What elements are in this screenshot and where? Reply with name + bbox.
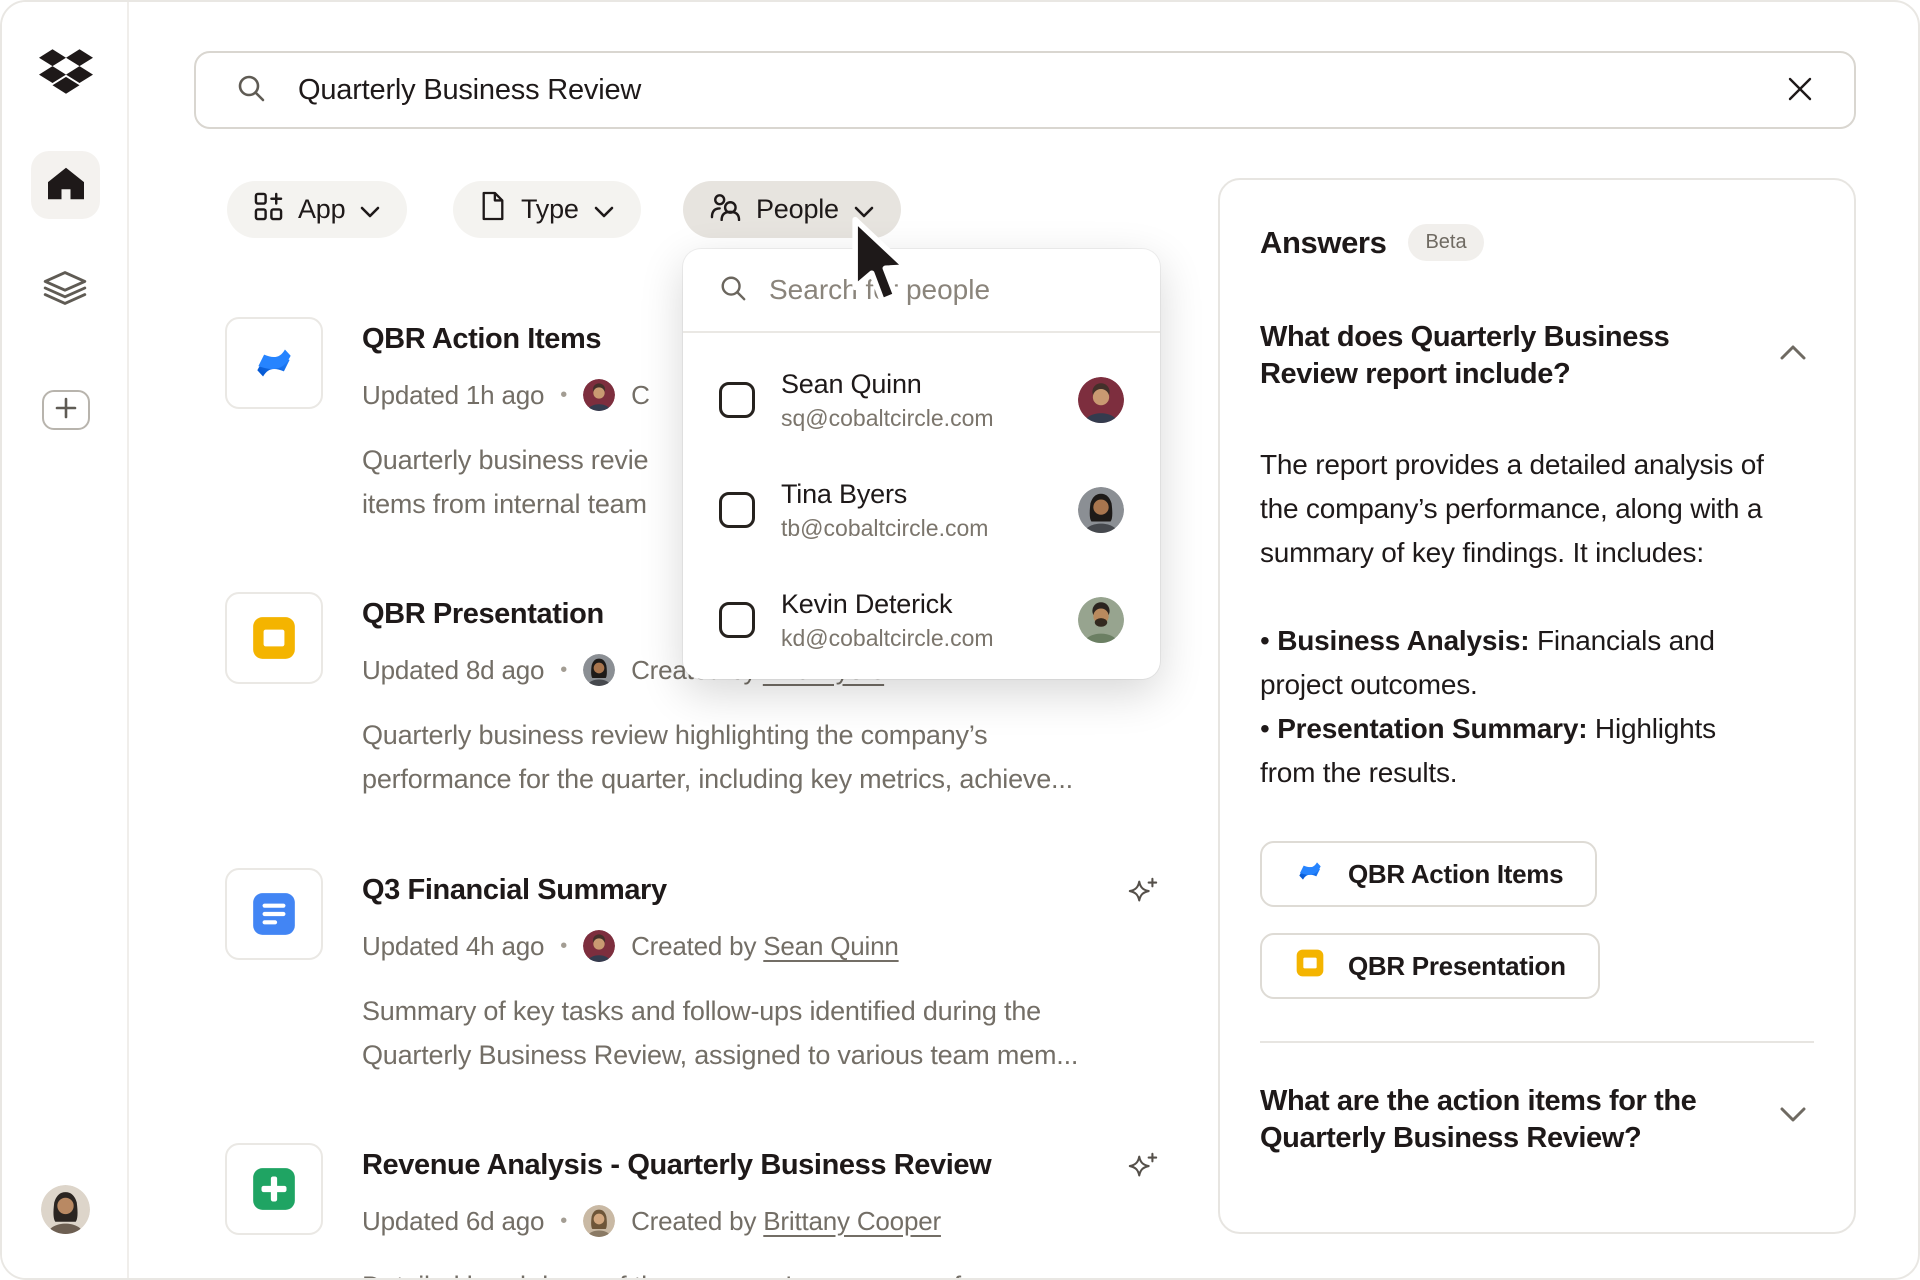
person-checkbox[interactable] [719, 602, 755, 638]
search-bar [194, 51, 1856, 129]
home-icon [46, 165, 86, 206]
result-snippet: Quarterly business review highlighting t… [362, 713, 1210, 801]
google-slides-icon [1294, 947, 1326, 986]
sidebar-item-stacks[interactable] [43, 270, 87, 310]
answer-sources: QBR Action Items QBR Presentation [1260, 841, 1814, 999]
creator-label: C [631, 380, 650, 411]
filter-chip-type[interactable]: Type [453, 181, 641, 238]
close-icon [1786, 75, 1814, 106]
person-avatar [1078, 597, 1124, 643]
bullet-item: • Presentation Summary: Highlights [1260, 707, 1820, 751]
person-avatar [1078, 487, 1124, 533]
answer-paragraph: The report provides a detailed analysis … [1260, 443, 1830, 575]
confluence-icon [1294, 855, 1326, 894]
app-window: App Type People [0, 0, 1920, 1280]
updated-label: Updated 4h ago [362, 931, 544, 962]
filter-chip-people[interactable]: People [683, 181, 901, 238]
result-snippet: Detailed breakdown of the company's reve… [362, 1264, 1210, 1280]
search-icon [236, 73, 266, 108]
result-title[interactable]: Q3 Financial Summary [362, 868, 1210, 908]
result-title[interactable]: Revenue Analysis - Quarterly Business Re… [362, 1143, 1210, 1183]
source-chip-label: QBR Action Items [1348, 859, 1563, 890]
updated-label: Updated 8d ago [362, 655, 544, 686]
people-list: Sean Quinn sq@cobaltcircle.com Tina Byer… [683, 333, 1160, 675]
confluence-icon [225, 317, 323, 409]
person-option[interactable]: Sean Quinn sq@cobaltcircle.com [683, 345, 1160, 455]
search-result-row[interactable]: Q3 Financial Summary Updated 4h ago • Cr… [225, 868, 1210, 1077]
dropbox-logo-icon[interactable] [39, 49, 93, 99]
person-option[interactable]: Kevin Deterick kd@cobaltcircle.com [683, 565, 1160, 675]
result-meta: Updated 4h ago • Created by Sean Quinn [362, 930, 1210, 962]
person-avatar [1078, 377, 1124, 423]
source-chip-qbr-action-items[interactable]: QBR Action Items [1260, 841, 1597, 907]
answers-header: Answers Beta [1260, 224, 1814, 261]
updated-label: Updated 6d ago [362, 1206, 544, 1237]
creator-label: Created by Brittany Cooper [631, 1206, 941, 1237]
answers-question-2[interactable]: What are the action items for the Quarte… [1260, 1083, 1814, 1157]
chevron-down-icon [594, 194, 614, 225]
answers-question-1[interactable]: What does Quarterly Business Review repo… [1260, 319, 1814, 393]
google-slides-icon [225, 592, 323, 684]
person-option[interactable]: Tina Byers tb@cobaltcircle.com [683, 455, 1160, 565]
plus-icon [55, 397, 77, 424]
updated-label: Updated 1h ago [362, 380, 544, 411]
ai-sparkle-icon[interactable] [1127, 876, 1159, 913]
creator-link[interactable]: Brittany Cooper [763, 1206, 941, 1236]
creator-label: Created by Sean Quinn [631, 931, 899, 962]
separator-dot: • [560, 1210, 567, 1233]
beta-badge: Beta [1408, 224, 1483, 261]
filter-chip-people-label: People [756, 194, 839, 225]
people-search-input[interactable] [769, 274, 1130, 306]
people-search-row [683, 249, 1160, 333]
search-icon [719, 274, 747, 307]
divider [1260, 1041, 1814, 1043]
creator-avatar [583, 930, 615, 962]
google-docs-icon [225, 868, 323, 960]
bullet-item: • Business Analysis: Financials and [1260, 619, 1820, 663]
sidebar [2, 2, 129, 1280]
user-avatar[interactable] [41, 1185, 90, 1234]
filter-chip-app[interactable]: App [227, 181, 407, 238]
result-meta: Updated 6d ago • Created by Brittany Coo… [362, 1205, 1210, 1237]
app-grid-icon [254, 192, 283, 228]
answer-bullets: • Business Analysis: Financials and proj… [1260, 619, 1820, 795]
creator-avatar [583, 379, 615, 411]
person-name: Tina Byers [781, 479, 988, 510]
creator-link[interactable]: Sean Quinn [763, 931, 898, 961]
search-input[interactable] [298, 74, 1754, 107]
chevron-down-icon[interactable] [1780, 1107, 1806, 1127]
result-snippet: Summary of key tasks and follow-ups iden… [362, 989, 1210, 1077]
answers-panel: Answers Beta What does Quarterly Busines… [1218, 178, 1856, 1234]
people-icon [710, 192, 741, 228]
person-checkbox[interactable] [719, 382, 755, 418]
stacks-icon [43, 270, 87, 311]
document-icon [480, 191, 506, 228]
separator-dot: • [560, 935, 567, 958]
creator-avatar [583, 654, 615, 686]
filter-chip-type-label: Type [521, 194, 579, 225]
separator-dot: • [560, 384, 567, 407]
chevron-down-icon [360, 194, 380, 225]
creator-avatar [583, 1205, 615, 1237]
person-email: tb@cobaltcircle.com [781, 515, 988, 542]
sidebar-add-button[interactable] [42, 390, 90, 430]
people-filter-dropdown: Sean Quinn sq@cobaltcircle.com Tina Byer… [683, 249, 1160, 679]
answers-title: Answers [1260, 225, 1386, 261]
google-sheets-icon [225, 1143, 323, 1235]
person-email: kd@cobaltcircle.com [781, 625, 994, 652]
search-result-row[interactable]: Revenue Analysis - Quarterly Business Re… [225, 1143, 1210, 1280]
filter-chip-app-label: App [298, 194, 345, 225]
sidebar-item-home[interactable] [31, 151, 100, 219]
person-checkbox[interactable] [719, 492, 755, 528]
person-email: sq@cobaltcircle.com [781, 405, 994, 432]
source-chip-qbr-presentation[interactable]: QBR Presentation [1260, 933, 1600, 999]
ai-sparkle-icon[interactable] [1127, 1151, 1159, 1188]
chevron-up-icon[interactable] [1780, 345, 1806, 365]
chevron-down-icon [854, 194, 874, 225]
source-chip-label: QBR Presentation [1348, 951, 1566, 982]
person-name: Sean Quinn [781, 369, 994, 400]
separator-dot: • [560, 659, 567, 682]
clear-search-button[interactable] [1786, 75, 1814, 106]
person-name: Kevin Deterick [781, 589, 994, 620]
